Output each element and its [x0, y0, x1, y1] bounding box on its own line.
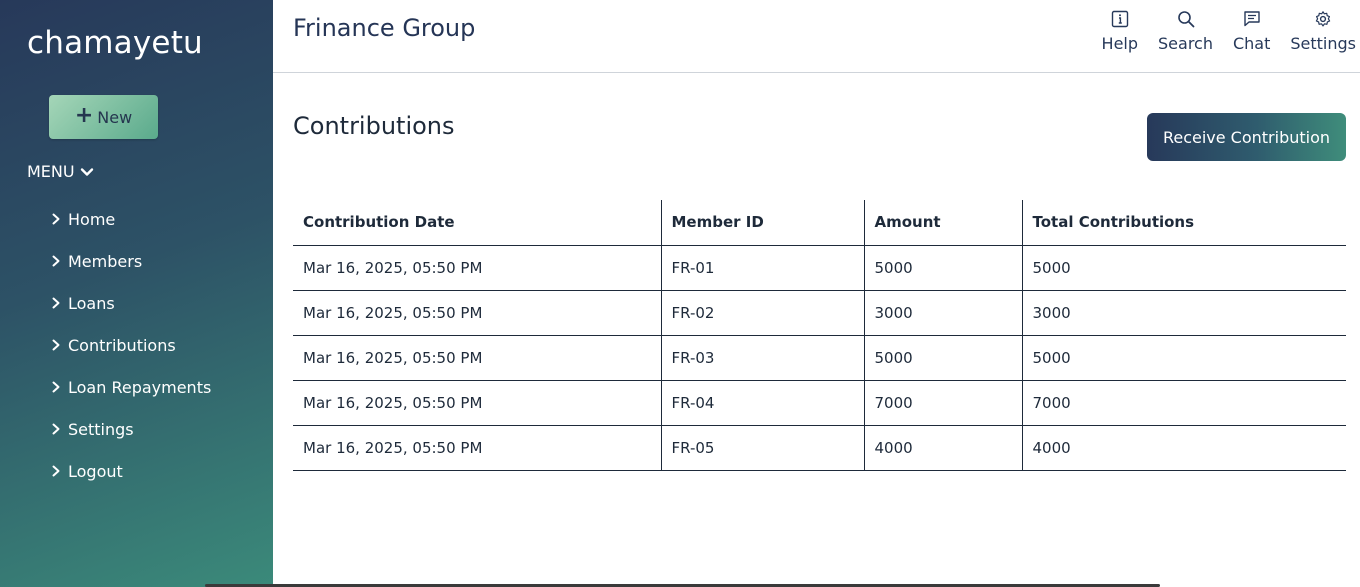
column-header-member-id[interactable]: Member ID: [660, 200, 864, 246]
settings-label: Settings: [1290, 34, 1356, 53]
sidebar-item-logout[interactable]: Logout: [49, 450, 211, 492]
top-bar: Frinance Group Help Search Chat Settings: [273, 0, 1360, 73]
chevron-right-icon: [52, 255, 60, 267]
menu-label: MENU: [27, 162, 75, 181]
sidebar-item-loans[interactable]: Loans: [49, 282, 211, 324]
brand-logo[interactable]: chamayetu: [27, 25, 203, 61]
cell-member-id: FR-05: [660, 425, 864, 471]
sidebar-item-contributions[interactable]: Contributions: [49, 324, 211, 366]
cell-amount: 5000: [863, 245, 1022, 291]
search-label: Search: [1158, 34, 1213, 53]
cell-member-id: FR-04: [660, 380, 864, 426]
cell-contribution-date: Mar 16, 2025, 05:50 PM: [293, 245, 661, 291]
cell-total-contributions: 3000: [1021, 290, 1346, 336]
cell-contribution-date: Mar 16, 2025, 05:50 PM: [293, 290, 661, 336]
sidebar-item-settings[interactable]: Settings: [49, 408, 211, 450]
sidebar-item-label: Loans: [68, 293, 115, 313]
help-label: Help: [1101, 34, 1139, 53]
sidebar-item-label: Contributions: [68, 335, 176, 355]
sidebar-item-label: Home: [68, 209, 116, 229]
new-button[interactable]: + New: [49, 95, 158, 139]
table-row[interactable]: Mar 16, 2025, 05:50 PM FR-03 5000 5000: [293, 335, 1346, 381]
cell-amount: 3000: [863, 290, 1022, 336]
group-name: Frinance Group: [293, 14, 476, 42]
info-icon: [1111, 10, 1128, 28]
app-root: chamayetu + New MENU Home Members Loans: [0, 0, 1360, 587]
chevron-right-icon: [52, 213, 60, 225]
chevron-right-icon: [52, 423, 60, 435]
cell-total-contributions: 5000: [1021, 335, 1346, 381]
column-header-amount[interactable]: Amount: [863, 200, 1022, 246]
settings-button[interactable]: Settings: [1290, 10, 1356, 53]
sidebar-item-home[interactable]: Home: [49, 198, 211, 240]
chevron-right-icon: [52, 465, 60, 477]
column-header-total-contributions[interactable]: Total Contributions: [1021, 200, 1346, 246]
sidebar-item-label: Loan Repayments: [68, 377, 212, 397]
header-tools: Help Search Chat Settings: [1082, 10, 1356, 53]
chat-icon: [1243, 11, 1260, 27]
menu-toggle[interactable]: MENU: [27, 162, 95, 181]
search-icon: [1177, 11, 1194, 28]
sidebar-item-loan-repayments[interactable]: Loan Repayments: [49, 366, 211, 408]
sidebar-item-label: Settings: [68, 419, 134, 439]
cell-contribution-date: Mar 16, 2025, 05:50 PM: [293, 335, 661, 381]
cell-total-contributions: 7000: [1021, 380, 1346, 426]
table-row[interactable]: Mar 16, 2025, 05:50 PM FR-02 3000 3000: [293, 290, 1346, 336]
cell-amount: 5000: [863, 335, 1022, 381]
sidebar-item-label: Logout: [68, 461, 123, 481]
gear-icon: [1315, 11, 1331, 27]
page-title: Contributions: [293, 112, 455, 140]
sidebar-nav: Home Members Loans Contributions Loan Re…: [49, 198, 211, 492]
cell-member-id: FR-01: [660, 245, 864, 291]
cell-contribution-date: Mar 16, 2025, 05:50 PM: [293, 380, 661, 426]
cell-amount: 7000: [863, 380, 1022, 426]
sidebar-item-members[interactable]: Members: [49, 240, 211, 282]
search-button[interactable]: Search: [1158, 10, 1213, 53]
cell-contribution-date: Mar 16, 2025, 05:50 PM: [293, 425, 661, 471]
sidebar: chamayetu + New MENU Home Members Loans: [0, 0, 273, 587]
new-button-label: New: [97, 107, 133, 127]
cell-total-contributions: 4000: [1021, 425, 1346, 471]
contributions-table: Contribution Date Member ID Amount Total…: [293, 200, 1346, 471]
cell-member-id: FR-03: [660, 335, 864, 381]
chevron-right-icon: [52, 381, 60, 393]
chat-label: Chat: [1232, 34, 1271, 53]
column-header-contribution-date[interactable]: Contribution Date: [293, 200, 661, 246]
chevron-down-icon: [80, 167, 93, 176]
chat-button[interactable]: Chat: [1233, 10, 1270, 53]
chevron-right-icon: [52, 339, 60, 351]
table-header-row: Contribution Date Member ID Amount Total…: [293, 200, 1346, 246]
help-button[interactable]: Help: [1102, 10, 1138, 53]
cell-amount: 4000: [863, 425, 1022, 471]
cell-member-id: FR-02: [660, 290, 864, 336]
table-row[interactable]: Mar 16, 2025, 05:50 PM FR-01 5000 5000: [293, 245, 1346, 291]
cell-total-contributions: 5000: [1021, 245, 1346, 291]
table-row[interactable]: Mar 16, 2025, 05:50 PM FR-05 4000 4000: [293, 425, 1346, 471]
receive-contribution-button[interactable]: Receive Contribution: [1147, 113, 1346, 161]
chevron-right-icon: [52, 297, 60, 309]
sidebar-item-label: Members: [68, 251, 143, 271]
plus-icon: +: [74, 103, 94, 128]
table-row[interactable]: Mar 16, 2025, 05:50 PM FR-04 7000 7000: [293, 380, 1346, 426]
